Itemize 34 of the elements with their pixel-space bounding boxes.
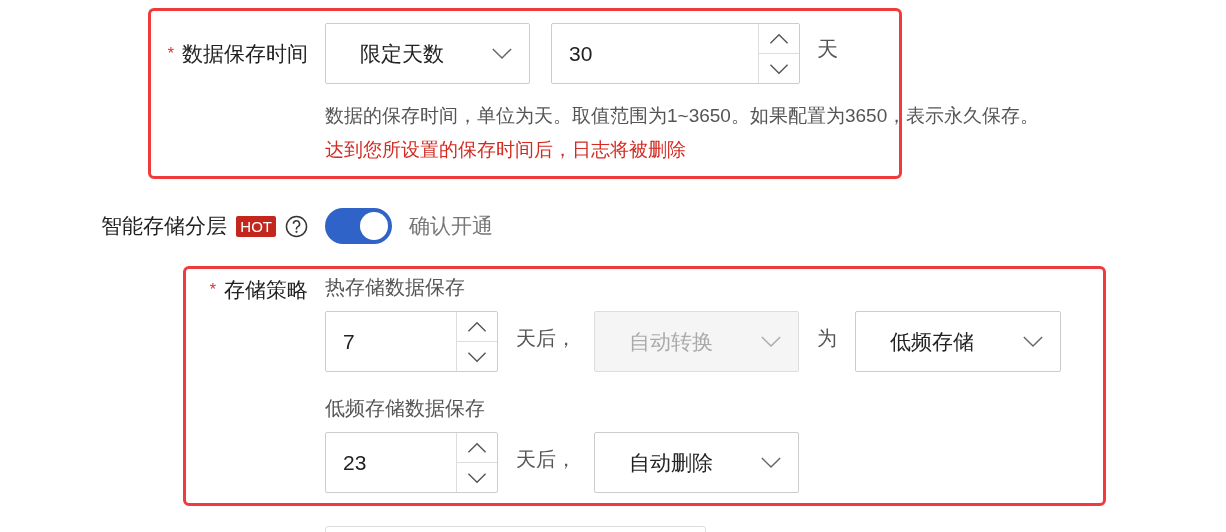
number-field[interactable]: 7	[325, 311, 498, 372]
unit-label: 天后，	[516, 326, 576, 351]
dropdown: 自动转换	[594, 311, 799, 372]
caret-icon	[1022, 335, 1044, 348]
number-field[interactable]: 23	[325, 432, 498, 493]
chevron-up-icon	[768, 32, 790, 45]
hot-badge: HOT	[236, 215, 276, 237]
caret-icon	[491, 47, 513, 60]
number-field[interactable]: 30	[551, 23, 800, 84]
section-label: 低频存储数据保存	[325, 396, 486, 421]
chevron-down-icon	[466, 471, 488, 484]
field-label: 智能存储分层	[101, 213, 228, 239]
field-label: 数据保存时间	[182, 40, 308, 67]
help-icon[interactable]	[285, 214, 308, 238]
caret-icon	[760, 456, 782, 469]
chevron-up-icon	[466, 320, 488, 333]
dropdown[interactable]: 自动删除	[594, 432, 799, 493]
connector-label: 为	[817, 326, 837, 351]
chevron-down-icon	[768, 62, 790, 75]
switch-label: 确认开通	[409, 213, 493, 239]
toggle-switch[interactable]	[325, 208, 392, 244]
caret-icon	[760, 335, 782, 348]
help-text: 数据的保存时间，单位为天。取值范围为1~3650。如果配置为3650，表示永久保存。	[325, 104, 1040, 128]
field-label: 存储策略	[224, 277, 308, 303]
dropdown[interactable]: 限定天数	[325, 23, 530, 84]
warning-text: 达到您所设置的保存时间后，日志将被删除	[325, 138, 687, 162]
required-mark: *	[209, 281, 216, 299]
unit-label: 天	[817, 36, 838, 62]
chevron-up-icon	[466, 441, 488, 454]
unit-label: 天后，	[516, 447, 576, 472]
chevron-down-icon	[466, 350, 488, 363]
required-mark: *	[167, 44, 174, 63]
section-label: 热存储数据保存	[325, 275, 466, 300]
dropdown[interactable]: 低频存储	[855, 311, 1061, 372]
